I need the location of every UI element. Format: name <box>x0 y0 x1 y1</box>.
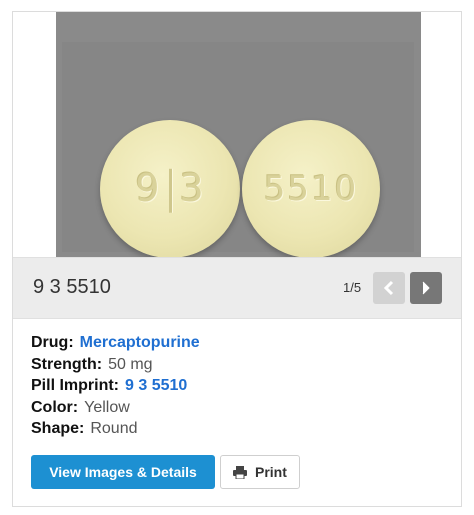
detail-imprint: Pill Imprint: 9 3 5510 <box>31 375 200 397</box>
detail-shape: Shape: Round <box>31 418 200 440</box>
printer-icon <box>233 466 247 479</box>
view-images-details-button[interactable]: View Images & Details <box>31 455 215 489</box>
chevron-left-icon <box>383 280 394 296</box>
photo-background: 93 5510 <box>62 42 414 257</box>
next-image-button[interactable] <box>410 272 442 304</box>
imprint-link[interactable]: 9 3 5510 <box>125 377 187 394</box>
image-nav-bar: 9 3 5510 1/5 <box>13 257 461 319</box>
pill-right: 5510 <box>242 120 380 257</box>
pill-left-imprint: 93 <box>100 166 240 213</box>
color-label: Color: <box>31 398 79 416</box>
drug-label: Drug: <box>31 334 74 351</box>
strength-value: 50 mg <box>108 355 153 373</box>
strength-label: Strength: <box>31 355 103 373</box>
print-button[interactable]: Print <box>220 455 300 489</box>
pill-details: Drug: Mercaptopurine Strength: 50 mg Pill … <box>31 332 200 440</box>
pill-left-imprint-a: 9 <box>135 165 161 210</box>
detail-drug: Drug: Mercaptopurine <box>31 332 200 354</box>
pill-left: 93 <box>100 120 240 257</box>
drug-link[interactable]: Mercaptopurine <box>80 334 200 351</box>
pill-card: 93 5510 9 3 5510 1/5 Drug: Mercaptopurine… <box>12 11 462 507</box>
shape-value: Round <box>90 420 138 437</box>
print-label: Print <box>255 464 287 480</box>
pill-score-line <box>168 168 172 213</box>
pill-right-imprint: 5510 <box>263 169 359 209</box>
previous-image-button[interactable] <box>373 272 405 304</box>
pill-left-imprint-b: 3 <box>179 165 205 210</box>
detail-strength: Strength: 50 mg <box>31 354 200 376</box>
imprint-label: Pill Imprint: <box>31 377 119 394</box>
pill-photo[interactable]: 93 5510 <box>56 12 421 257</box>
imprint-title: 9 3 5510 <box>33 276 111 298</box>
shape-label: Shape: <box>31 420 85 437</box>
image-counter: 1/5 <box>343 280 362 295</box>
detail-color: Color: Yellow <box>31 397 200 419</box>
chevron-right-icon <box>422 281 430 295</box>
color-value: Yellow <box>84 398 130 416</box>
